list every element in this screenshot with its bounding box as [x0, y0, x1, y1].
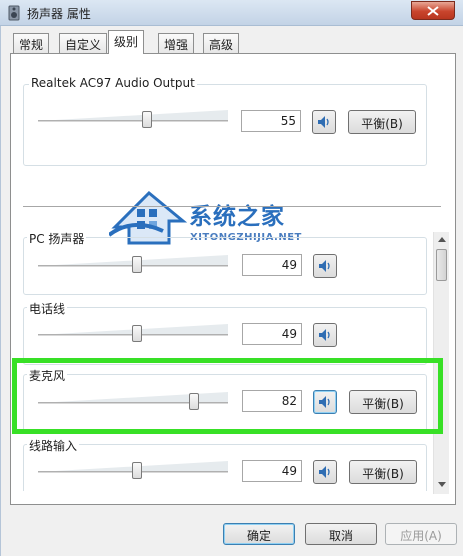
scroll-up-arrow-icon[interactable]	[438, 237, 446, 242]
tab-enhancements[interactable]: 增强	[158, 33, 195, 53]
phone-line-slider-thumb[interactable]	[132, 325, 142, 342]
speaker-icon	[319, 260, 330, 272]
title-bar: 扬声器 属性	[0, 0, 463, 26]
pc-speaker-mute-button[interactable]	[313, 254, 337, 278]
separator-line	[23, 206, 441, 207]
microphone-value-input[interactable]: 82	[242, 390, 302, 412]
close-x-icon	[427, 6, 439, 16]
line-in-mute-button[interactable]	[313, 460, 337, 484]
channel-label-microphone: 麦克风	[27, 367, 68, 384]
microphone-mute-button[interactable]	[313, 390, 337, 414]
line-in-slider-thumb[interactable]	[132, 462, 142, 479]
levels-panel: Realtek AC97 Audio Output 55 平衡(B) 系统之家 …	[10, 53, 456, 505]
tab-levels[interactable]: 级别	[108, 30, 145, 54]
microphone-balance-button[interactable]: 平衡(B)	[349, 390, 417, 414]
line-in-value-input[interactable]: 49	[242, 460, 302, 482]
speaker-icon	[318, 116, 329, 128]
dialog-body: 常规 自定义 级别 增强 高级 Realtek AC97 Audio Outpu…	[0, 26, 463, 556]
tab-custom[interactable]: 自定义	[59, 33, 108, 53]
channel-label-phone-line: 电话线	[27, 300, 68, 317]
window-title: 扬声器 属性	[27, 7, 91, 21]
main-output-value-input[interactable]: 55	[241, 110, 301, 132]
channel-label-pc-speaker: PC 扬声器	[27, 230, 87, 247]
pc-speaker-slider-thumb[interactable]	[132, 256, 142, 273]
channel-list-scrollbar[interactable]	[433, 232, 449, 494]
channel-list: PC 扬声器 49 电话线 49 麦克风 82 平衡(B) 线路输入 49 平衡…	[11, 229, 441, 491]
tab-general[interactable]: 常规	[13, 33, 50, 53]
ok-button[interactable]: 确定	[223, 523, 295, 545]
phone-line-mute-button[interactable]	[313, 323, 337, 347]
watermark-title: 系统之家	[189, 204, 285, 230]
microphone-slider-thumb[interactable]	[189, 393, 199, 410]
cancel-button[interactable]: 取消	[305, 523, 377, 545]
apply-button[interactable]: 应用(A)	[385, 523, 457, 545]
scrollbar-thumb[interactable]	[436, 249, 447, 281]
main-output-balance-button[interactable]: 平衡(B)	[348, 110, 416, 134]
line-in-balance-button[interactable]: 平衡(B)	[349, 460, 417, 484]
microphone-slider[interactable]	[38, 402, 228, 404]
speaker-device-icon	[6, 5, 22, 21]
channel-group-phone-line	[23, 307, 427, 365]
tab-advanced[interactable]: 高级	[203, 33, 240, 53]
scroll-down-arrow-icon[interactable]	[438, 482, 446, 487]
channel-label-line-in: 线路输入	[27, 437, 80, 454]
main-output-label: Realtek AC97 Audio Output	[29, 76, 197, 90]
speaker-icon	[319, 466, 330, 478]
main-output-mute-button[interactable]	[312, 110, 336, 134]
close-button[interactable]	[411, 1, 455, 20]
speaker-icon	[319, 329, 330, 341]
phone-line-value-input[interactable]: 49	[242, 323, 302, 345]
pc-speaker-value-input[interactable]: 49	[242, 254, 302, 276]
main-output-slider[interactable]	[38, 120, 228, 122]
speaker-icon	[319, 396, 330, 408]
main-output-slider-thumb[interactable]	[142, 111, 152, 128]
